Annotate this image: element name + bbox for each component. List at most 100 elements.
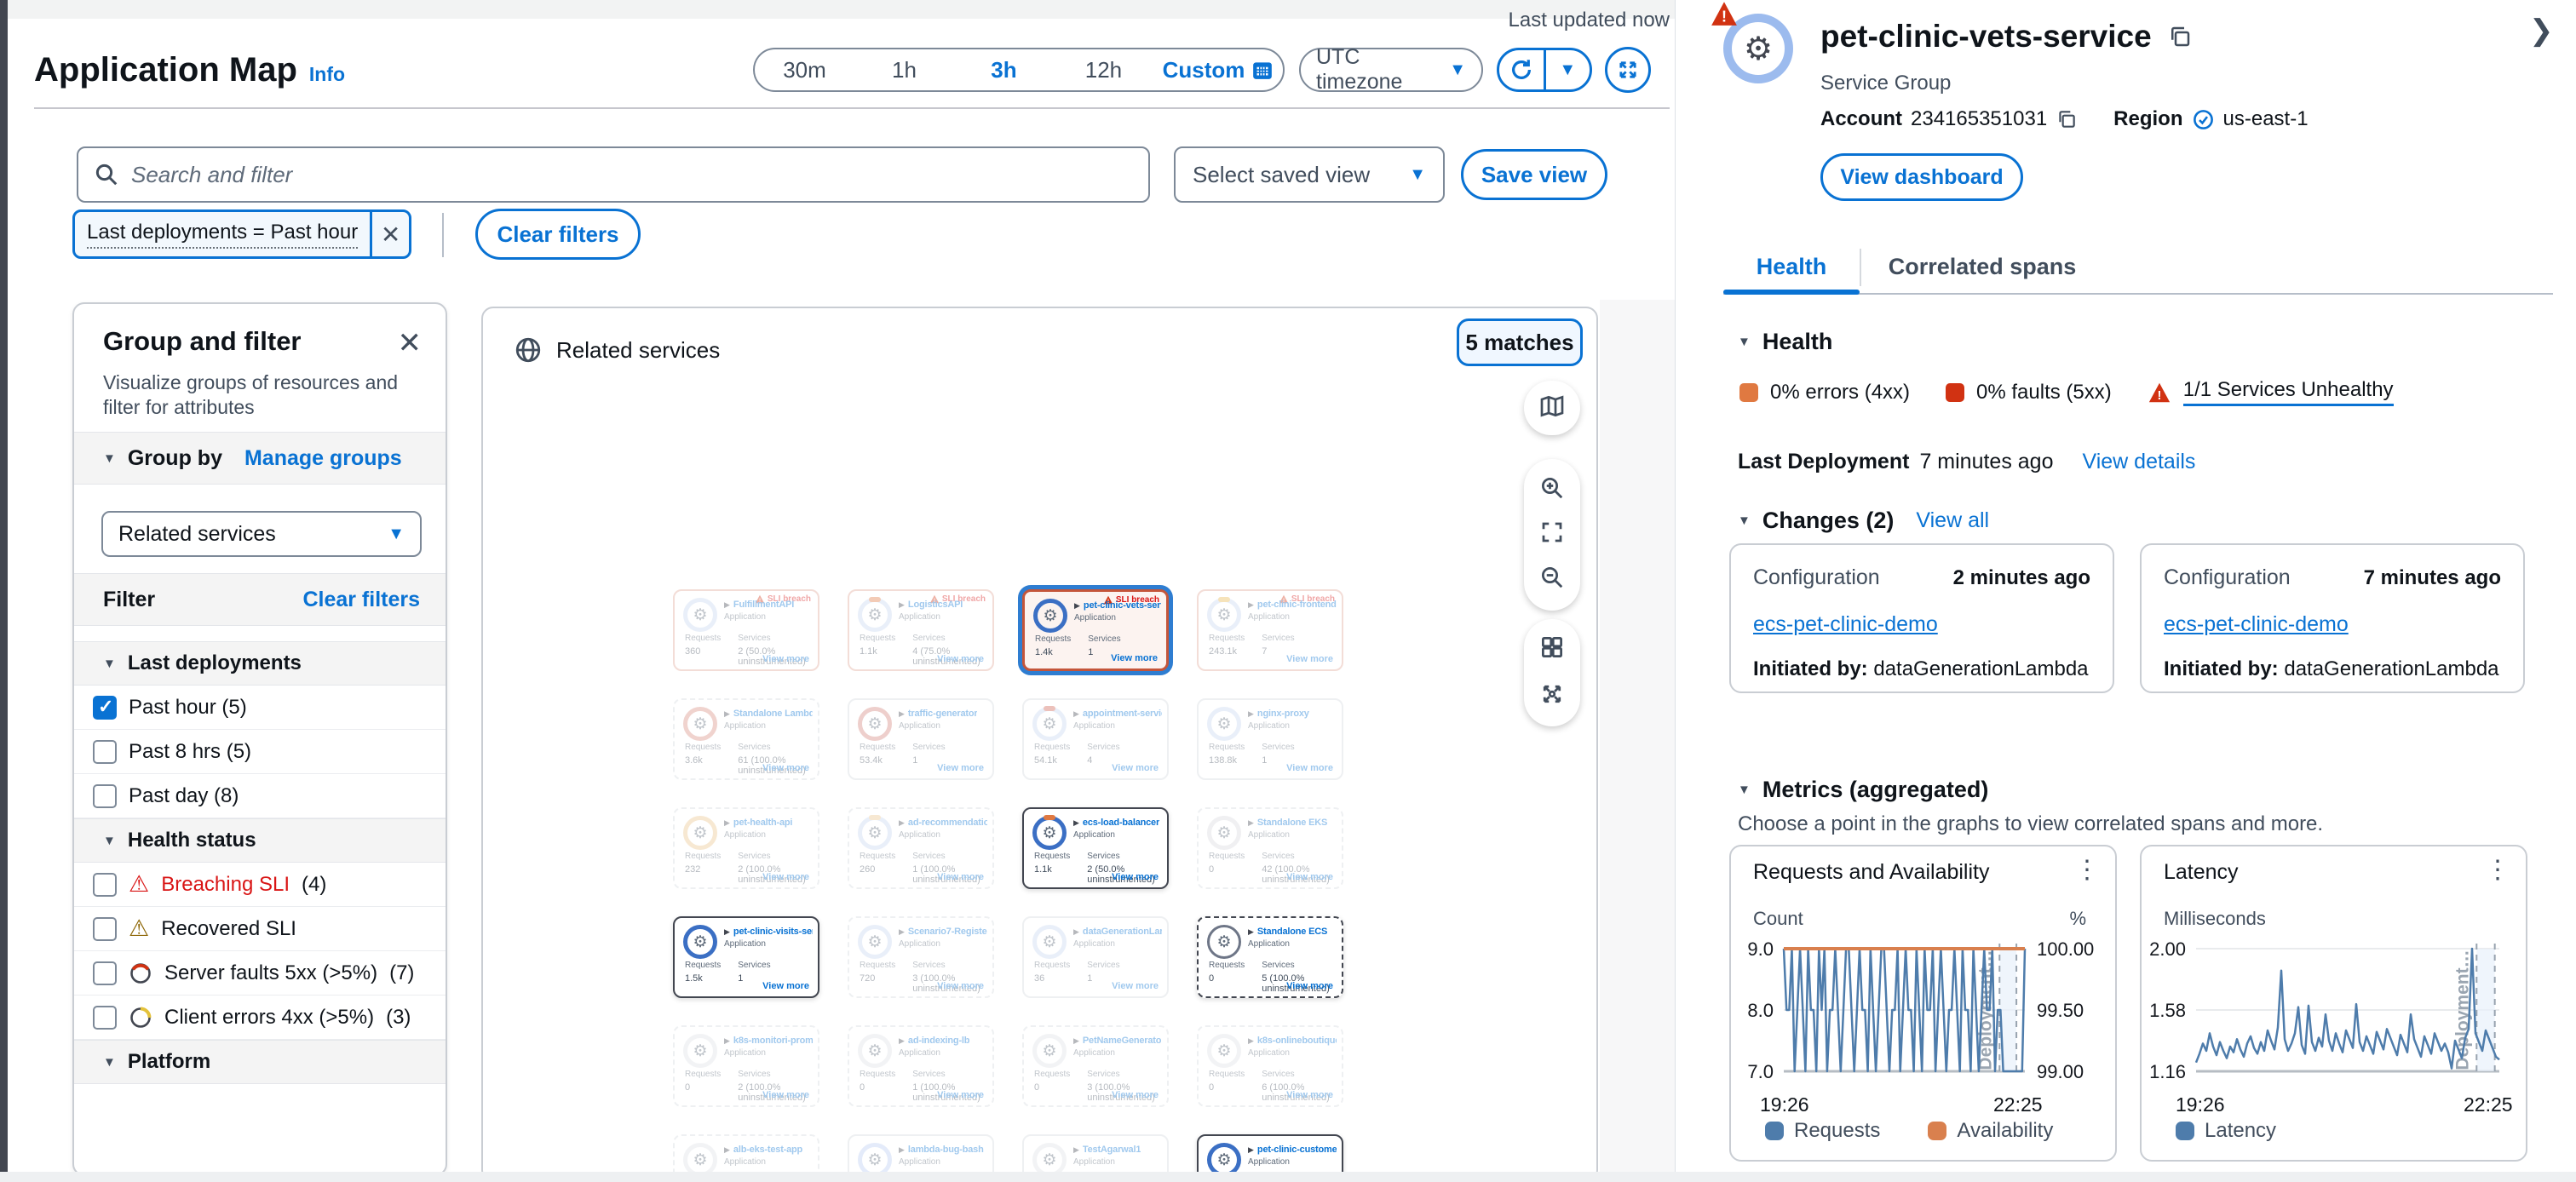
collapse-panel-chevron[interactable]: ❯ [2529, 14, 2554, 48]
view-more-link[interactable]: View more [762, 1090, 809, 1100]
service-card[interactable]: ! SLI breach ⚙ ▶ k8s-onlineboutique-60..… [1197, 1025, 1343, 1107]
checkbox[interactable] [93, 961, 117, 985]
view-more-link[interactable]: View more [1111, 653, 1158, 663]
view-more-link[interactable]: View more [1286, 1090, 1333, 1100]
service-card[interactable]: ! SLI breach ⚙ ▶ ad-indexing-lb Applicat… [848, 1025, 994, 1107]
service-card[interactable]: ! SLI breach ⚙ ▶ k8s-monitori-prometh...… [673, 1025, 819, 1107]
copy-icon[interactable] [2056, 108, 2078, 130]
expand-caret-icon[interactable]: ▶ [899, 927, 905, 937]
expand-caret-icon[interactable]: ▶ [1248, 1036, 1254, 1046]
remove-filter-button[interactable]: ✕ [370, 212, 409, 256]
panel-clear-filters-link[interactable]: Clear filters [302, 588, 420, 612]
clear-filters-button[interactable]: Clear filters [475, 209, 641, 260]
change-card[interactable]: Configuration 7 minutes ago ecs-pet-clin… [2140, 543, 2525, 693]
expand-caret-icon[interactable]: ▶ [724, 600, 730, 610]
info-link[interactable]: Info [309, 63, 345, 86]
expand-caret-icon[interactable]: ▶ [899, 600, 905, 610]
grid-layout-icon[interactable] [1539, 634, 1565, 664]
view-details-link[interactable]: View details [2082, 450, 2195, 474]
service-card[interactable]: ! SLI breach ⚙ ▶ Standalone Lambda Appli… [673, 698, 819, 780]
expand-caret-icon[interactable]: ▶ [724, 1145, 730, 1155]
spread-layout-icon[interactable] [1539, 681, 1565, 711]
view-more-link[interactable]: View more [762, 763, 809, 773]
expand-caret-icon[interactable]: ▶ [724, 927, 730, 937]
last-deployments-section[interactable]: ▼ Last deployments [74, 641, 446, 686]
view-more-link[interactable]: View more [937, 654, 984, 664]
expand-caret-icon[interactable]: ▶ [899, 818, 905, 828]
kebab-menu-icon[interactable]: ⋮ [2074, 855, 2100, 885]
requests-availability-chart[interactable]: 9.0100.008.099.507.099.00Deployment… [1731, 928, 2119, 1090]
refresh-button[interactable] [1499, 50, 1544, 89]
expand-caret-icon[interactable]: ▶ [1248, 927, 1254, 937]
fullscreen-button[interactable] [1605, 47, 1651, 93]
refresh-options-button[interactable]: ▼ [1546, 50, 1590, 89]
group-by-select[interactable]: Related services ▼ [101, 511, 422, 557]
fit-view-icon[interactable] [1539, 519, 1565, 549]
change-resource-link[interactable]: ecs-pet-clinic-demo [2164, 612, 2501, 637]
view-more-link[interactable]: View more [1286, 981, 1333, 991]
view-more-link[interactable]: View more [762, 654, 809, 664]
service-card[interactable]: ! SLI breach ⚙ ▶ PetNameGenerator Applic… [1022, 1025, 1169, 1107]
kebab-menu-icon[interactable]: ⋮ [2485, 855, 2510, 885]
service-card[interactable]: ! SLI breach ⚙ ▶ Standalone ECS Applicat… [1197, 916, 1343, 998]
service-card[interactable]: ! SLI breach ⚙ ▶ Scenario7-RegisterNe...… [848, 916, 994, 998]
service-card[interactable]: ! SLI breach ⚙ ▶ pet-clinic-frontend-jav… [1197, 589, 1343, 671]
matches-badge[interactable]: 5 matches [1457, 318, 1583, 366]
tab-health[interactable]: Health [1723, 254, 1860, 280]
saved-view-select[interactable]: Select saved view ▼ [1174, 146, 1445, 203]
checkbox[interactable] [93, 873, 117, 897]
view-more-link[interactable]: View more [1112, 872, 1159, 882]
health-section-header[interactable]: ▼ Health [1738, 329, 1832, 355]
service-card[interactable]: ! SLI breach ⚙ ▶ traffic-generator Appli… [848, 698, 994, 780]
expand-caret-icon[interactable]: ▶ [1248, 600, 1254, 610]
expand-caret-icon[interactable]: ▶ [1073, 1036, 1079, 1046]
metrics-section-header[interactable]: ▼ Metrics (aggregated) [1738, 777, 1988, 803]
view-dashboard-button[interactable]: View dashboard [1820, 153, 2023, 201]
manage-groups-link[interactable]: Manage groups [244, 446, 402, 471]
service-card[interactable]: ! SLI breach ⚙ ▶ pet-health-api Applicat… [673, 807, 819, 889]
expand-caret-icon[interactable]: ▶ [1073, 927, 1079, 937]
view-more-link[interactable]: View more [937, 763, 984, 773]
expand-caret-icon[interactable]: ▶ [899, 1145, 905, 1155]
expand-caret-icon[interactable]: ▶ [899, 709, 905, 719]
expand-caret-icon[interactable]: ▶ [1073, 709, 1079, 719]
service-card[interactable]: ! SLI breach ⚙ ▶ ecs-load-balancer Appli… [1022, 807, 1169, 889]
expand-caret-icon[interactable]: ▶ [724, 1036, 730, 1046]
expand-caret-icon[interactable]: ▶ [1073, 1145, 1079, 1155]
service-card[interactable]: ! SLI breach ⚙ ▶ dataGenerationLambda Ap… [1022, 916, 1169, 998]
copy-icon[interactable] [2167, 24, 2193, 49]
time-range-1h[interactable]: 1h [854, 57, 954, 83]
service-card[interactable]: ! SLI breach ⚙ ▶ ad-recommendation-lb Ap… [848, 807, 994, 889]
expand-caret-icon[interactable]: ▶ [1074, 601, 1080, 611]
zoom-out-icon[interactable] [1539, 565, 1565, 594]
service-card[interactable]: ! SLI breach ⚙ ▶ nginx-proxy Application… [1197, 698, 1343, 780]
services-unhealthy-link[interactable]: 1/1 Services Unhealthy [2183, 378, 2394, 406]
view-more-link[interactable]: View more [762, 981, 809, 991]
view-more-link[interactable]: View more [937, 981, 984, 991]
time-range-3h[interactable]: 3h [954, 57, 1054, 83]
service-card[interactable]: ! SLI breach ⚙ ▶ Standalone EKS Applicat… [1197, 807, 1343, 889]
service-card[interactable]: ! SLI breach ⚙ ▶ FulfillmentAPI Applicat… [673, 589, 819, 671]
expand-caret-icon[interactable]: ▶ [724, 818, 730, 828]
tab-correlated-spans[interactable]: Correlated spans [1872, 254, 2093, 280]
view-more-link[interactable]: View more [1286, 654, 1333, 664]
view-more-link[interactable]: View more [1112, 763, 1159, 773]
collapse-triangle-icon[interactable]: ▼ [103, 451, 116, 466]
checkbox[interactable] [93, 740, 117, 764]
view-more-link[interactable]: View more [1112, 981, 1159, 991]
view-more-link[interactable]: View more [1286, 872, 1333, 882]
service-card[interactable]: ! SLI breach ⚙ ▶ LogisticsAPI Applicatio… [848, 589, 994, 671]
expand-caret-icon[interactable]: ▶ [1248, 1145, 1254, 1155]
map-icon[interactable] [1538, 393, 1566, 424]
search-input[interactable] [129, 161, 1133, 189]
expand-caret-icon[interactable]: ▶ [1248, 709, 1254, 719]
time-range-30m[interactable]: 30m [755, 57, 854, 83]
change-card[interactable]: Configuration 2 minutes ago ecs-pet-clin… [1729, 543, 2114, 693]
view-more-link[interactable]: View more [937, 872, 984, 882]
platform-section[interactable]: ▼ Platform [74, 1040, 446, 1084]
view-more-link[interactable]: View more [937, 1090, 984, 1100]
checkbox[interactable] [93, 1006, 117, 1030]
checkbox[interactable] [93, 784, 117, 808]
view-more-link[interactable]: View more [762, 872, 809, 882]
time-range-custom[interactable]: Custom [1153, 57, 1283, 83]
